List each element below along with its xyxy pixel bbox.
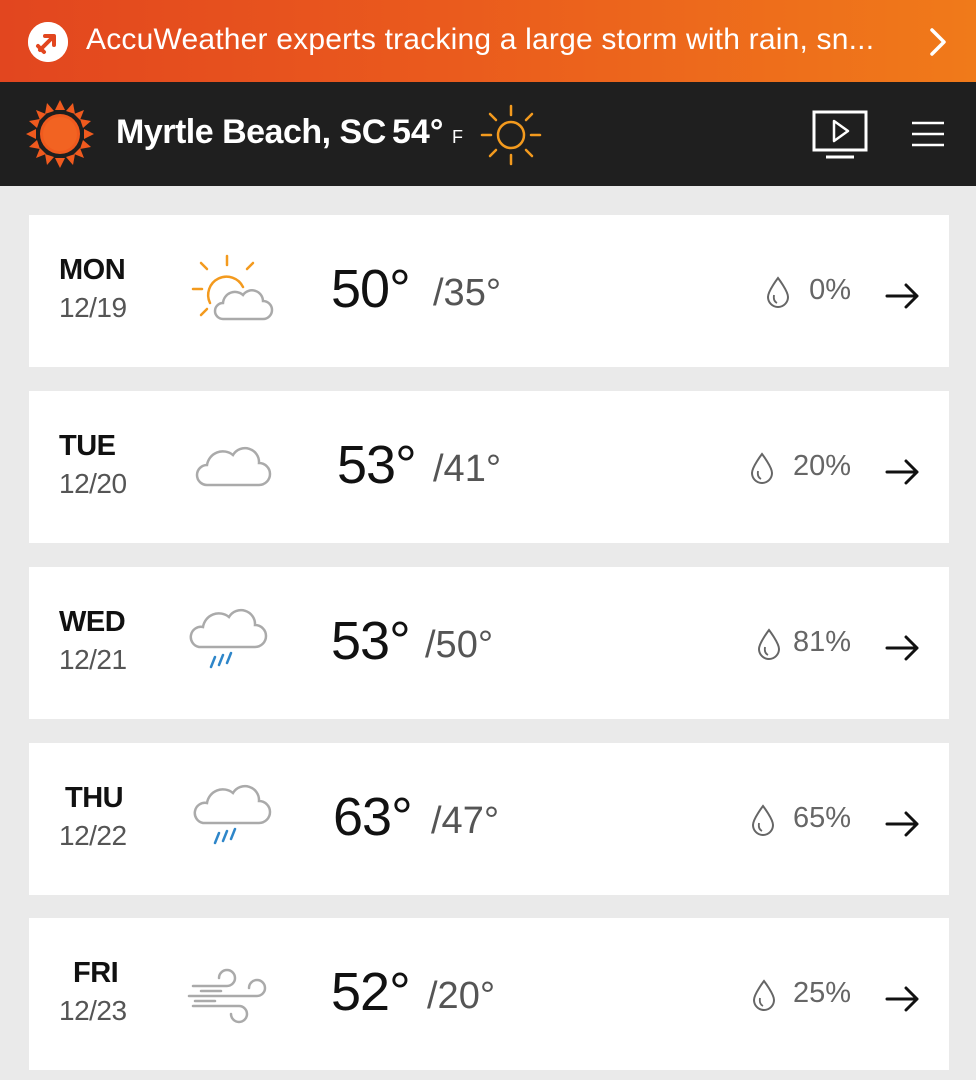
raindrop-icon [766, 276, 790, 308]
chevron-right-icon [930, 28, 946, 56]
day-of-week: FRI [73, 957, 119, 989]
rain-icon [189, 608, 268, 669]
forecast-day-card[interactable]: MON 12/19 50° /35° 0% [29, 215, 949, 367]
forecast-date: 12/22 [59, 820, 127, 851]
rain-icon [193, 784, 272, 845]
low-temperature: /47° [431, 800, 500, 842]
accuweather-alert-arrow-icon [28, 22, 68, 62]
arrow-right-icon[interactable] [885, 633, 921, 663]
day-of-week: THU [65, 782, 124, 814]
high-temperature: 53° [337, 435, 417, 495]
raindrop-icon [757, 628, 781, 660]
temperature-unit: F [452, 127, 463, 147]
forecast-date: 12/23 [59, 995, 127, 1026]
raindrop-icon [751, 804, 775, 836]
alert-banner[interactable]: AccuWeather experts tracking a large sto… [0, 0, 976, 82]
day-of-week: WED [59, 606, 126, 638]
forecast-day-card[interactable]: WED 12/21 53° /50° 81% [29, 567, 949, 719]
forecast-day-card[interactable]: TUE 12/20 53° /41° 20% [29, 391, 949, 543]
app-header: Myrtle Beach, SC 54° F [0, 82, 976, 186]
low-temperature: /35° [433, 272, 502, 314]
hamburger-menu-icon[interactable] [912, 120, 944, 148]
current-temperature: 54° [392, 113, 444, 151]
location-name[interactable]: Myrtle Beach, SC [116, 110, 386, 154]
low-temperature: /50° [425, 624, 494, 666]
video-play-icon[interactable] [812, 110, 868, 160]
high-temperature: 53° [331, 611, 411, 671]
sunny-icon [480, 104, 542, 166]
arrow-right-icon[interactable] [885, 984, 921, 1014]
precipitation-chance: 81% [792, 626, 851, 658]
raindrop-icon [750, 452, 774, 484]
forecast-date: 12/19 [59, 292, 127, 323]
precipitation-chance: 20% [792, 450, 851, 482]
precipitation-chance: 65% [792, 802, 851, 834]
precipitation-chance: 0% [809, 274, 851, 306]
high-temperature: 52° [331, 962, 411, 1022]
forecast-day-card[interactable]: THU 12/22 63° /47° 65% [29, 743, 949, 895]
arrow-right-icon[interactable] [885, 281, 921, 311]
alert-banner-text: AccuWeather experts tracking a large sto… [86, 23, 875, 56]
day-of-week: MON [59, 254, 126, 286]
partly-sunny-icon [191, 254, 274, 321]
day-of-week: TUE [59, 430, 116, 462]
raindrop-icon [752, 979, 776, 1011]
low-temperature: /41° [433, 448, 502, 490]
arrow-right-icon[interactable] [885, 809, 921, 839]
high-temperature: 63° [333, 787, 413, 847]
low-temperature: /20° [427, 975, 496, 1017]
forecast-date: 12/20 [59, 468, 127, 499]
precipitation-chance: 25% [792, 977, 851, 1009]
accuweather-sun-logo-icon[interactable] [26, 100, 94, 168]
arrow-right-icon[interactable] [885, 457, 921, 487]
windy-icon [187, 968, 267, 1024]
cloudy-icon [195, 446, 272, 487]
high-temperature: 50° [331, 259, 411, 319]
forecast-date: 12/21 [59, 644, 127, 675]
forecast-day-card[interactable]: FRI 12/23 52° /20° 25% [29, 918, 949, 1070]
